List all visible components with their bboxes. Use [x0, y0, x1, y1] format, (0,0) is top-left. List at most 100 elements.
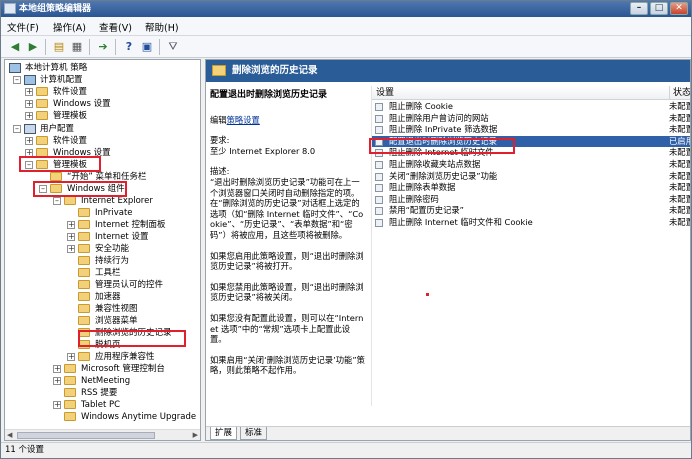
minimize-button[interactable]: – [630, 2, 648, 15]
folder-icon [64, 364, 76, 373]
list-item[interactable]: 阻止删除 Internet 临时文件和 Cookie 未配置 [372, 217, 690, 229]
col-header-setting[interactable]: 设置 [376, 86, 394, 100]
expand-icon[interactable]: + [25, 88, 33, 96]
tab-extended[interactable]: 扩展 [210, 427, 238, 440]
title-bar: 本地组策略编辑器 – □ ✕ [1, 1, 691, 17]
tree-label: Internet Explorer [81, 196, 153, 206]
policy-setting-icon [375, 219, 383, 227]
policy-setting-icon [375, 195, 383, 204]
folder-icon [64, 376, 76, 385]
list-item[interactable]: 阻止删除 Cookie 未配置 [372, 101, 690, 113]
window-title: 本地组策略编辑器 [19, 4, 92, 14]
req-label: 要求: [210, 135, 230, 146]
expand-icon[interactable]: + [25, 149, 33, 157]
expand-icon[interactable]: + [25, 112, 33, 120]
folder-icon [78, 280, 90, 289]
collapse-icon[interactable]: – [13, 76, 21, 84]
expand-icon[interactable]: + [67, 221, 75, 229]
setting-state: 未配置 [669, 147, 690, 158]
setting-name: 阻止删除用户曾访问的网站 [389, 112, 489, 123]
edit-policy-link[interactable]: 策略设置 [227, 115, 260, 125]
back-arrow-icon[interactable]: ◀ [7, 39, 23, 55]
menu-file[interactable]: 文件(F) [7, 20, 39, 34]
expand-icon[interactable]: + [67, 353, 75, 361]
setting-name: 阻止删除收藏夹站点数据 [389, 159, 481, 169]
setting-name: 阻止删除 Internet 临时文件 [389, 147, 494, 158]
list-item[interactable]: 关闭“删除浏览历史记录”功能 未配置 [372, 171, 690, 183]
menu-help[interactable]: 帮助(H) [145, 20, 179, 34]
tree-label: 管理模板 [53, 111, 88, 121]
collapse-icon[interactable]: – [13, 125, 21, 133]
forward-arrow-icon[interactable]: ▶ [25, 39, 41, 55]
edit-line: 编辑策略设置 [210, 115, 366, 126]
help-icon[interactable]: ? [121, 39, 137, 55]
filter-icon[interactable]: ⛛ [165, 39, 181, 55]
list-item[interactable]: 禁用“配置历史记录” 未配置 [372, 205, 690, 217]
folder-open-icon [36, 160, 48, 169]
col-header-state[interactable]: 状态 [669, 86, 690, 100]
folder-icon [78, 220, 90, 229]
setting-name: 阻止删除密码 [389, 193, 439, 204]
collapse-icon[interactable]: – [25, 161, 33, 169]
list-item[interactable]: 阻止删除 InPrivate 筛选数据 未配置 [372, 124, 690, 136]
up-folder-icon[interactable]: ▤ [51, 39, 67, 55]
collapse-icon[interactable]: – [53, 197, 61, 205]
tree-horizontal-scrollbar[interactable]: ◀ ▶ [5, 429, 200, 440]
tree-label: 计算机配置 [40, 75, 83, 85]
setting-state: 未配置 [669, 182, 690, 193]
settings-list: 设置 状态 阻止删除 Cookie未配置 阻止删除用户曾访问的网站未配置 阻止删… [371, 86, 690, 406]
pane-header-title: 删除浏览的历史记录 [232, 65, 318, 76]
toolbar-separator [45, 39, 46, 55]
tree-label: “开始” 菜单和任务栏 [67, 172, 147, 182]
setting-state: 未配置 [669, 112, 690, 123]
toolbar-separator [115, 39, 116, 55]
menu-view[interactable]: 查看(V) [99, 20, 132, 34]
list-item[interactable]: 阻止删除密码 未配置 [372, 193, 690, 206]
scroll-left-icon[interactable]: ◀ [7, 431, 12, 439]
folder-open-icon [50, 184, 62, 193]
cursor-dot [426, 293, 429, 296]
expand-icon[interactable]: + [53, 401, 61, 409]
policy-setting-icon [375, 114, 383, 123]
export-list-icon[interactable]: ➔ [95, 39, 111, 55]
expand-icon[interactable]: + [67, 245, 75, 253]
expand-icon[interactable]: + [25, 100, 33, 108]
setting-name: 阻止删除表单数据 [389, 182, 456, 193]
folder-icon [78, 340, 90, 349]
list-item[interactable]: 阻止删除收藏夹站点数据 未配置 [372, 159, 690, 171]
setting-state: 未配置 [669, 101, 690, 111]
scroll-thumb[interactable] [17, 432, 155, 439]
close-button[interactable]: ✕ [670, 2, 688, 15]
policy-setting-icon [375, 137, 383, 146]
folder-icon [78, 268, 90, 277]
maximize-button[interactable]: □ [650, 2, 668, 15]
list-item[interactable]: 阻止删除用户曾访问的网站 未配置 [372, 112, 690, 125]
show-hide-tree-icon[interactable]: ▦ [69, 39, 85, 55]
policy-setting-icon [375, 149, 383, 158]
tab-standard[interactable]: 标准 [240, 427, 268, 440]
expand-icon[interactable]: + [25, 137, 33, 145]
tree-label: 删除浏览的历史记录 [95, 328, 172, 338]
policy-setting-icon [375, 172, 383, 181]
folder-icon [212, 65, 226, 76]
setting-state: 未配置 [669, 205, 690, 216]
tree-label: Internet 控制面板 [95, 220, 166, 230]
scroll-right-icon[interactable]: ▶ [193, 431, 198, 439]
expand-icon[interactable]: + [53, 377, 61, 385]
tree-label: 管理模板 [53, 160, 88, 170]
list-item[interactable]: 阻止删除表单数据 未配置 [372, 182, 690, 194]
expand-icon[interactable]: + [67, 233, 75, 241]
list-item-selected[interactable]: 配置退出时删除浏览历史记录 已启用 [372, 135, 690, 148]
tree-label: 用户配置 [40, 124, 75, 134]
tree-label: Internet 设置 [95, 232, 149, 242]
tree-label: 管理员认可的控件 [95, 280, 164, 290]
tree-label: 加速器 [95, 292, 121, 302]
list-item[interactable]: 阻止删除 Internet 临时文件 未配置 [372, 147, 690, 159]
properties-icon[interactable]: ▣ [139, 39, 155, 55]
description: 描述: “退出时删除浏览历史记录”功能可在上一个浏览器窗口关闭时自动删除指定的项。… [210, 166, 366, 240]
list-header: 设置 状态 [372, 86, 690, 100]
expand-icon[interactable]: + [53, 365, 61, 373]
collapse-icon[interactable]: – [39, 185, 47, 193]
policy-setting-icon [375, 161, 383, 169]
menu-action[interactable]: 操作(A) [53, 20, 86, 34]
